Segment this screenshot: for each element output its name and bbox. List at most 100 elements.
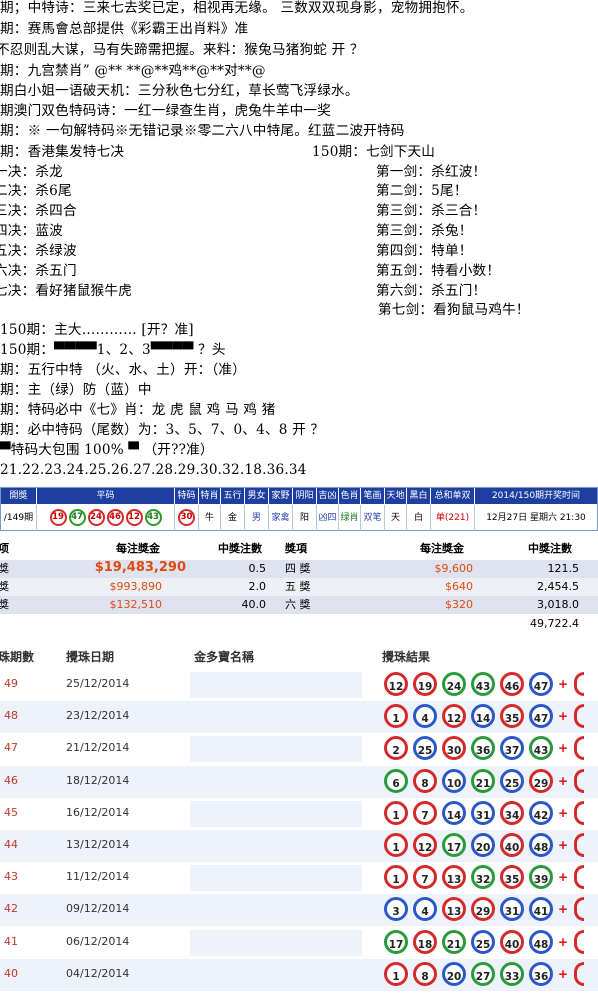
table-row: 40 04/12/2014 1 8 20 27 33 36 +	[0, 958, 598, 991]
result-ball: 25	[500, 768, 524, 793]
result-ball: 14	[471, 704, 495, 729]
draw-number: 41	[4, 934, 18, 948]
result-ball: 1	[384, 961, 408, 986]
table-row: 47 21/12/2014 2 25 30 36 37 43 +	[0, 733, 598, 766]
extra-ball-cutoff	[574, 768, 585, 793]
strip-ball: 12	[125, 509, 143, 526]
result-ball: 7	[413, 800, 437, 825]
draw-date: 21/12/2014	[66, 741, 130, 755]
plus-icon: +	[558, 709, 569, 724]
plus-icon: +	[558, 677, 569, 691]
table-row: 48 23/12/2014 1 4 12 14 35 47 +	[0, 701, 598, 734]
strip-value: 绿肖	[339, 505, 361, 531]
strip-header: 阴阳	[293, 488, 317, 504]
result-ball: 33	[500, 961, 524, 986]
result-ball: 35	[500, 704, 524, 729]
prize-header: 中獎注數	[528, 542, 572, 555]
result-ball: 46	[500, 672, 524, 696]
result-ball: 7	[413, 865, 437, 890]
prize-header: 中獎注數	[218, 542, 262, 555]
result-ball: 13	[442, 897, 466, 922]
strip-header: 特肖	[199, 488, 221, 504]
jue-item: 三决：杀四合	[0, 203, 77, 219]
result-ball: 13	[442, 865, 466, 890]
table-row: 42 09/12/2014 3 4 13 29 31 41 +	[0, 894, 598, 927]
text-line: 不忍则乱大谋，马有失蹄需把握。来料：猴兔马猪狗蛇 开 ？	[0, 42, 364, 58]
result-ball: 2	[384, 736, 408, 761]
strip-header: 平码	[37, 488, 175, 504]
text-line: 期：主（绿）防（蓝）中	[0, 382, 152, 398]
result-ball: 1	[384, 865, 408, 890]
strip-ball: 43	[144, 509, 162, 526]
extra-ball-cutoff	[574, 897, 585, 922]
jian-item: 第七剑：看狗鼠马鸡牛！	[378, 302, 530, 318]
jue-item: 二决：杀6尾	[0, 183, 72, 199]
draw-result-strip: 開獎 平码 特码 特肖 五行 男女 家野 阴阳 吉凶 色肖 笔画 天地 黑白 总…	[0, 487, 598, 531]
strip-special-ball: 30	[178, 509, 195, 526]
draw-date: 18/12/2014	[66, 773, 130, 787]
result-ball: 31	[500, 897, 524, 922]
result-ball: 35	[500, 865, 524, 890]
result-ball: 42	[529, 800, 553, 825]
prize-name: 五 獎	[285, 580, 311, 593]
plus-icon: +	[558, 870, 569, 885]
prize-total: 49,722.4	[530, 617, 579, 630]
draw-results: 17 18 21 25 40 48 +	[384, 929, 585, 956]
prize-name: 獎	[0, 580, 9, 593]
result-ball: 17	[442, 833, 466, 857]
table-row: 43 11/12/2014 1 7 13 32 35 39 +	[0, 862, 598, 895]
draw-date: 16/12/2014	[66, 805, 130, 819]
jian-item: 第一剑：杀红波！	[376, 164, 487, 180]
result-ball: 12	[384, 672, 408, 696]
result-ball: 47	[529, 672, 553, 696]
strip-value: 牛	[199, 505, 221, 531]
result-ball: 20	[442, 961, 466, 986]
plus-icon: +	[558, 838, 569, 852]
strip-header: 男女	[245, 488, 269, 504]
plus-icon: +	[558, 902, 569, 917]
strip-ball: 19	[49, 509, 67, 526]
result-ball: 47	[529, 704, 553, 729]
text-line: 期：※ 一句解特码※无错记录※零二六八中特尾。红蓝二波开特码	[0, 123, 405, 139]
result-ball: 43	[529, 736, 553, 761]
result-ball: 36	[529, 961, 553, 986]
text-line: 期：香港集发特七决	[0, 144, 125, 160]
prize-amount: $993,890	[109, 580, 163, 593]
draw-number: 49	[4, 677, 18, 690]
history-header: 攪珠期數	[0, 650, 35, 664]
result-ball: 29	[529, 768, 553, 793]
result-ball: 27	[471, 961, 495, 986]
prize-amount: $640	[445, 580, 473, 593]
text-line: 期：赛馬會总部提供《彩霸王出肖料》准	[0, 21, 249, 37]
draw-results: 1 8 20 27 33 36 +	[384, 961, 585, 988]
jian-item: 第四剑：特单！	[376, 243, 473, 259]
strip-value: 阳	[293, 505, 317, 531]
result-ball: 19	[413, 672, 437, 696]
prize-winners: 2.0	[248, 580, 267, 593]
result-ball: 41	[529, 897, 553, 922]
strip-header: 特码	[175, 488, 199, 504]
strip-ball: 47	[68, 509, 86, 526]
text-line: 150期：主大………… [开？准]	[0, 322, 194, 338]
text-line: 期：五行中特 （火、水、土）开：（准）	[0, 362, 247, 378]
jian-item: 第六剑：杀五门！	[376, 283, 487, 299]
prize-winners: 3,018.0	[537, 598, 579, 611]
plus-icon: +	[558, 805, 569, 820]
draw-number: 46	[4, 773, 18, 787]
draw-date: 25/12/2014	[66, 677, 130, 690]
jackpot-name-cell	[190, 897, 362, 924]
text-line: 期；中特诗：三来七去奖已定，相视再无缘。 三数双双现身影，宠物拥抱怀。	[0, 0, 474, 16]
strip-header: 黑白	[407, 488, 431, 504]
jian-item: 第五剑：特看小数！	[376, 263, 501, 279]
draw-number: 45	[4, 805, 18, 819]
draw-number: 40	[4, 966, 18, 980]
text-line: 150期：▀▀▀▀1、2、3▀▀▀▀ ？头	[0, 342, 226, 358]
jackpot-name-cell	[190, 961, 362, 988]
jian-item: 第三剑：杀兔！	[376, 223, 473, 239]
draw-results: 1 7 13 32 35 39 +	[384, 865, 585, 891]
draw-date: 09/12/2014	[66, 902, 130, 916]
draw-results: 1 4 12 14 35 47 +	[384, 704, 585, 730]
prize-winners: 121.5	[547, 562, 580, 575]
draw-results: 12 19 24 43 46 47 +	[384, 672, 585, 698]
strip-value: 金	[221, 505, 245, 531]
